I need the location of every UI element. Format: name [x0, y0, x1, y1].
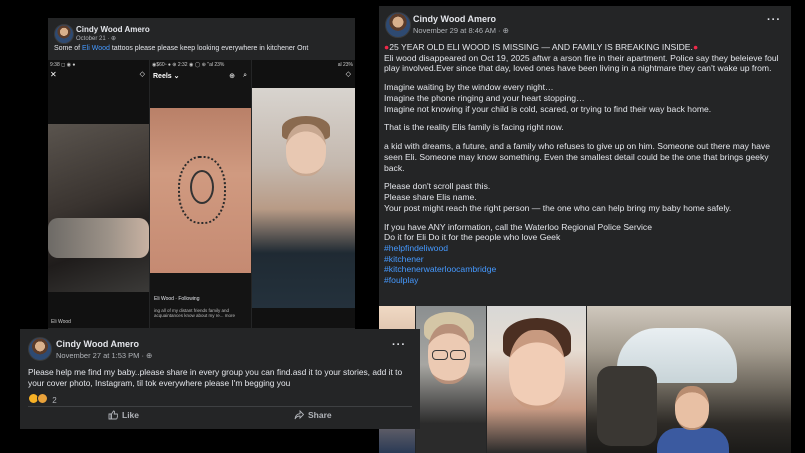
photo-thumbnail[interactable] — [416, 306, 486, 453]
divider — [28, 406, 412, 407]
reels-header[interactable]: Reels ⌄ — [153, 72, 180, 80]
paragraph-3: That is the reality Elis family is facin… — [384, 122, 564, 133]
bookmark-icon[interactable]: ◇ — [346, 70, 351, 78]
paragraph-5a: Please don't scroll past this. — [384, 181, 491, 192]
reel-user-tag: Eli Wood — [51, 319, 71, 325]
search-icon[interactable]: ⌕ — [243, 72, 247, 80]
tattooed-arm-photo — [48, 218, 149, 258]
author-name[interactable]: Cindy Wood Amero — [413, 14, 496, 24]
photo-thumbnail[interactable] — [487, 306, 586, 453]
sad-reaction-icon — [37, 393, 48, 404]
face — [675, 386, 709, 430]
globe-icon: ⊕ — [146, 351, 153, 360]
paragraph-4: a kid with dreams, a future, and a famil… — [384, 141, 770, 173]
tag-link[interactable]: Eli Wood — [82, 45, 110, 52]
author-avatar[interactable] — [28, 337, 52, 361]
add-icon[interactable]: ⊕ — [229, 72, 235, 80]
post-caption: Some of Eli Wood tattoos please please k… — [54, 45, 309, 52]
reaction-count: 2 — [52, 396, 57, 405]
paragraph-5c: Your post might reach the right person —… — [384, 202, 732, 213]
shirt — [657, 428, 729, 453]
paragraph-2a: Imagine waiting by the window every nigh… — [384, 82, 554, 93]
close-icon[interactable]: ✕ — [50, 70, 57, 79]
hashtag-link[interactable]: #helpfindeliwood — [384, 243, 788, 254]
car-seat — [597, 366, 657, 446]
photo-grid — [379, 306, 791, 453]
status-bar: al 23% — [337, 62, 353, 68]
following-button[interactable]: Following — [178, 296, 199, 302]
share-button[interactable]: Share — [294, 409, 332, 420]
semicolon-tattoo — [190, 170, 214, 204]
globe-icon: ⊕ — [502, 26, 509, 35]
author-name[interactable]: Cindy Wood Amero — [56, 339, 139, 349]
plea-post-card: Cindy Wood Amero November 27 at 1:53 PM … — [20, 329, 420, 429]
tattoo-post-card: Cindy Wood Amero October 21 · ⊕ Some of … — [48, 18, 355, 330]
post-body: Please help me find my baby..please shar… — [28, 367, 403, 388]
bookmark-icon[interactable]: ◇ — [140, 70, 145, 78]
post-date[interactable]: November 27 at 1:53 PM · ⊕ — [56, 351, 152, 360]
wrist-tattoo-photo — [150, 108, 251, 273]
post-date[interactable]: November 29 at 8:46 AM · ⊕ — [413, 26, 509, 35]
reel-screenshot-1[interactable]: 9:38 ◻ ◉ ● ✕ ◇ Eli Wood — [48, 60, 149, 328]
face — [286, 124, 326, 176]
paragraph-5b: Please share Elis name. — [384, 192, 477, 203]
reel-screenshot-3[interactable]: al 23% ◇ — [252, 60, 355, 328]
post-body: ●25 YEAR OLD ELI WOOD IS MISSING — AND F… — [384, 42, 788, 286]
author-avatar[interactable] — [54, 24, 74, 44]
reaction-summary[interactable]: 2 — [28, 393, 57, 405]
reel-user-row: Eli Wood · Following — [154, 296, 200, 302]
more-icon[interactable]: ··· — [767, 14, 781, 26]
hashtag-link[interactable]: #foulplay — [384, 275, 788, 286]
hashtag-link[interactable]: #kitchener — [384, 254, 788, 265]
author-name[interactable]: Cindy Wood Amero — [76, 25, 150, 34]
globe-icon: ⊕ — [111, 36, 117, 42]
paragraph-2c: Imagine not knowing if your child is col… — [384, 103, 712, 114]
share-icon — [294, 409, 305, 420]
siren-icon: ● — [692, 42, 699, 52]
more-icon[interactable]: ··· — [392, 339, 406, 351]
reel-description: ing all of my distant friends family and… — [154, 308, 236, 319]
like-button[interactable]: Like — [108, 410, 139, 420]
glasses — [450, 350, 466, 360]
post-date[interactable]: October 21 · ⊕ — [76, 35, 116, 42]
author-avatar[interactable] — [385, 12, 411, 38]
portrait-photo — [252, 88, 355, 308]
hashtag-link[interactable]: #kitchenerwaterloocambridge — [384, 264, 788, 275]
photo-thumbnail[interactable] — [587, 306, 791, 453]
missing-person-post-card: Cindy Wood Amero November 29 at 8:46 AM … — [379, 6, 791, 453]
paragraph-1: Eli wood disappeared on Oct 19, 2025 aft… — [384, 52, 779, 74]
status-bar: 9:38 ◻ ◉ ● — [50, 62, 76, 68]
post-headline: 25 YEAR OLD ELI WOOD IS MISSING — AND FA… — [389, 42, 693, 52]
tattoo-photo — [48, 124, 149, 292]
paragraph-6a: If you have ANY information, call the Wa… — [384, 221, 652, 232]
reel-screenshot-2[interactable]: ◉$60▫ ● ⊕ 2:32 ◉ ◯ ⊕ "al 23% Reels ⌄ ⊕ ⌕… — [150, 60, 251, 328]
face — [509, 330, 565, 410]
paragraph-6b: Do it for Eli Do it for the people who l… — [384, 232, 561, 243]
status-bar: ◉$60▫ ● ⊕ 2:32 ◉ ◯ ⊕ "al 23% — [152, 62, 225, 68]
glasses — [432, 350, 448, 360]
paragraph-2b: Imagine the phone ringing and your heart… — [384, 92, 585, 103]
reel-username[interactable]: Eli Wood — [154, 296, 174, 302]
like-icon — [108, 410, 119, 420]
